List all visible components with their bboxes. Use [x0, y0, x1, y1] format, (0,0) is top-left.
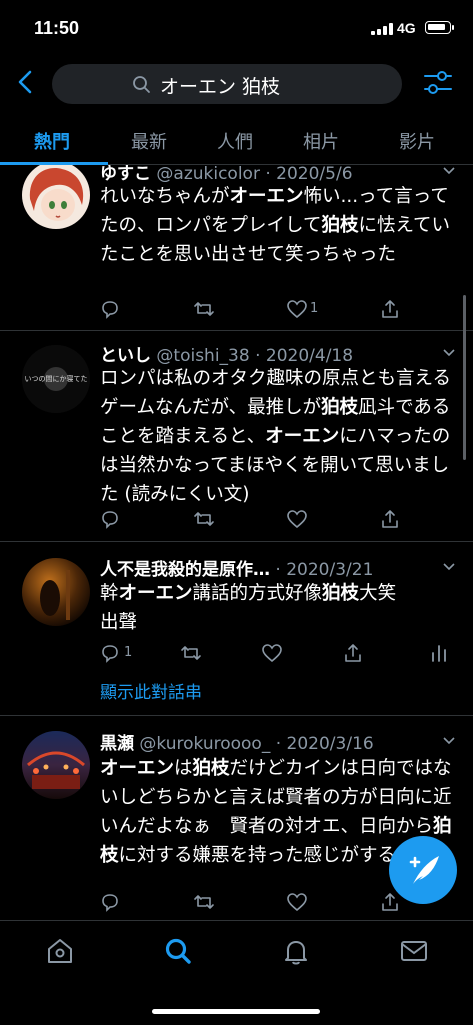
tab-top[interactable]: 熱門	[34, 128, 70, 154]
tab-videos[interactable]: 影片	[399, 128, 435, 154]
filter-sliders-icon[interactable]	[423, 69, 453, 101]
back-arrow-icon[interactable]	[14, 68, 38, 96]
share-button[interactable]	[343, 643, 363, 665]
search-tabs: 熱門 最新 人們 相片 影片	[0, 118, 473, 165]
scrollbar[interactable]	[463, 295, 466, 460]
home-indicator	[152, 1009, 320, 1014]
reply-button[interactable]: 1	[100, 643, 132, 665]
share-icon	[382, 510, 398, 528]
heart-icon	[287, 510, 307, 529]
reply-icon	[102, 645, 118, 663]
tab-latest[interactable]: 最新	[131, 128, 167, 154]
tweet-text: ロンパは私のオタク趣味の原点とも言えるゲームなんだが、最推しが狛枝凪斗であること…	[100, 368, 451, 505]
heart-icon	[287, 893, 307, 912]
search-icon[interactable]	[162, 935, 194, 967]
display-name[interactable]: 黒瀬	[100, 734, 134, 754]
heart-icon	[287, 300, 307, 319]
reply-button[interactable]	[100, 299, 120, 321]
tweet-actions: 1	[100, 299, 440, 321]
like-button[interactable]	[286, 892, 308, 914]
retweet-icon	[194, 895, 214, 909]
retweet-button[interactable]	[180, 643, 202, 665]
chevron-down-icon[interactable]	[443, 349, 455, 357]
tweet-text: 幹オーエン講話的方式好像狛枝大笑出聲	[100, 583, 397, 633]
reply-button[interactable]	[100, 509, 120, 531]
handle-date: @kurokuroooo_ · 2020/3/16	[139, 734, 374, 754]
reply-icon	[102, 894, 118, 912]
show-thread-link[interactable]: 顯示此對話串	[100, 678, 202, 703]
display-name[interactable]: 人不是我殺的是原作…	[100, 560, 270, 580]
search-input[interactable]: オーエン 狛枝	[52, 64, 402, 104]
analytics-icon	[432, 645, 446, 662]
retweet-button[interactable]	[193, 892, 215, 914]
tweet-item[interactable]: いつの間にか寝てた といし @toishi_38 · 2020/4/18 ロンパ…	[0, 331, 473, 542]
tweet-item[interactable]: 人不是我殺的是原作… · 2020/3/21 幹オーエン講話的方式好像狛枝大笑出…	[0, 542, 473, 716]
compose-feather-icon	[409, 856, 439, 884]
messages-mail-icon[interactable]	[398, 935, 430, 967]
retweet-icon	[194, 512, 214, 526]
tab-photos[interactable]: 相片	[303, 128, 339, 154]
analytics-button[interactable]	[431, 643, 447, 665]
compose-button[interactable]	[389, 836, 457, 904]
reply-button[interactable]	[100, 892, 120, 914]
tweet-actions	[100, 509, 440, 531]
reply-icon	[102, 301, 118, 319]
retweet-button[interactable]	[193, 299, 215, 321]
battery-icon	[425, 21, 454, 34]
chevron-down-icon[interactable]	[443, 563, 455, 571]
search-header: オーエン 狛枝	[0, 58, 473, 108]
bottom-navigation	[0, 920, 473, 1025]
retweet-button[interactable]	[193, 509, 215, 531]
avatar[interactable]: いつの間にか寝てた	[22, 345, 90, 413]
handle-date: · 2020/3/21	[275, 560, 374, 580]
avatar[interactable]	[22, 558, 90, 626]
like-count: 1	[310, 301, 319, 316]
search-query: オーエン 狛枝	[160, 76, 281, 98]
chevron-down-icon[interactable]	[443, 737, 455, 745]
handle-date: @toishi_38 · 2020/4/18	[156, 346, 354, 366]
tab-people[interactable]: 人們	[217, 128, 253, 154]
like-button[interactable]	[261, 643, 283, 665]
avatar[interactable]	[22, 165, 90, 229]
like-button[interactable]	[286, 509, 308, 531]
share-icon	[382, 300, 398, 318]
retweet-icon	[181, 646, 201, 660]
search-icon	[133, 76, 150, 93]
heart-icon	[262, 644, 282, 663]
chevron-down-icon[interactable]	[443, 167, 455, 175]
share-icon	[345, 644, 361, 662]
avatar-caption: いつの間にか寝てた	[24, 375, 88, 383]
status-time: 11:50	[34, 18, 80, 38]
reply-icon	[102, 511, 118, 529]
tweet-item[interactable]: ゆすこ @azukicolor · 2020/5/6 れいなちゃんがオーエン怖い…	[0, 165, 473, 331]
share-button[interactable]	[380, 509, 400, 531]
status-bar: 11:50 4G	[0, 0, 473, 58]
like-button[interactable]: 1	[286, 299, 318, 321]
retweet-icon	[194, 302, 214, 316]
network-label: 4G	[397, 20, 416, 36]
home-icon[interactable]	[44, 935, 76, 967]
display-name[interactable]: といし	[100, 346, 151, 366]
reply-count: 1	[124, 645, 133, 660]
tweet-feed[interactable]: ゆすこ @azukicolor · 2020/5/6 れいなちゃんがオーエン怖い…	[0, 165, 473, 920]
signal-icon	[371, 23, 393, 35]
avatar[interactable]	[22, 731, 90, 799]
tweet-text: れいなちゃんがオーエン怖い...って言ってたの、ロンパをプレイして狛枝に怯えてい…	[100, 186, 451, 265]
notifications-bell-icon[interactable]	[280, 935, 312, 967]
tweet-actions: 1	[100, 643, 446, 665]
share-button[interactable]	[380, 299, 400, 321]
